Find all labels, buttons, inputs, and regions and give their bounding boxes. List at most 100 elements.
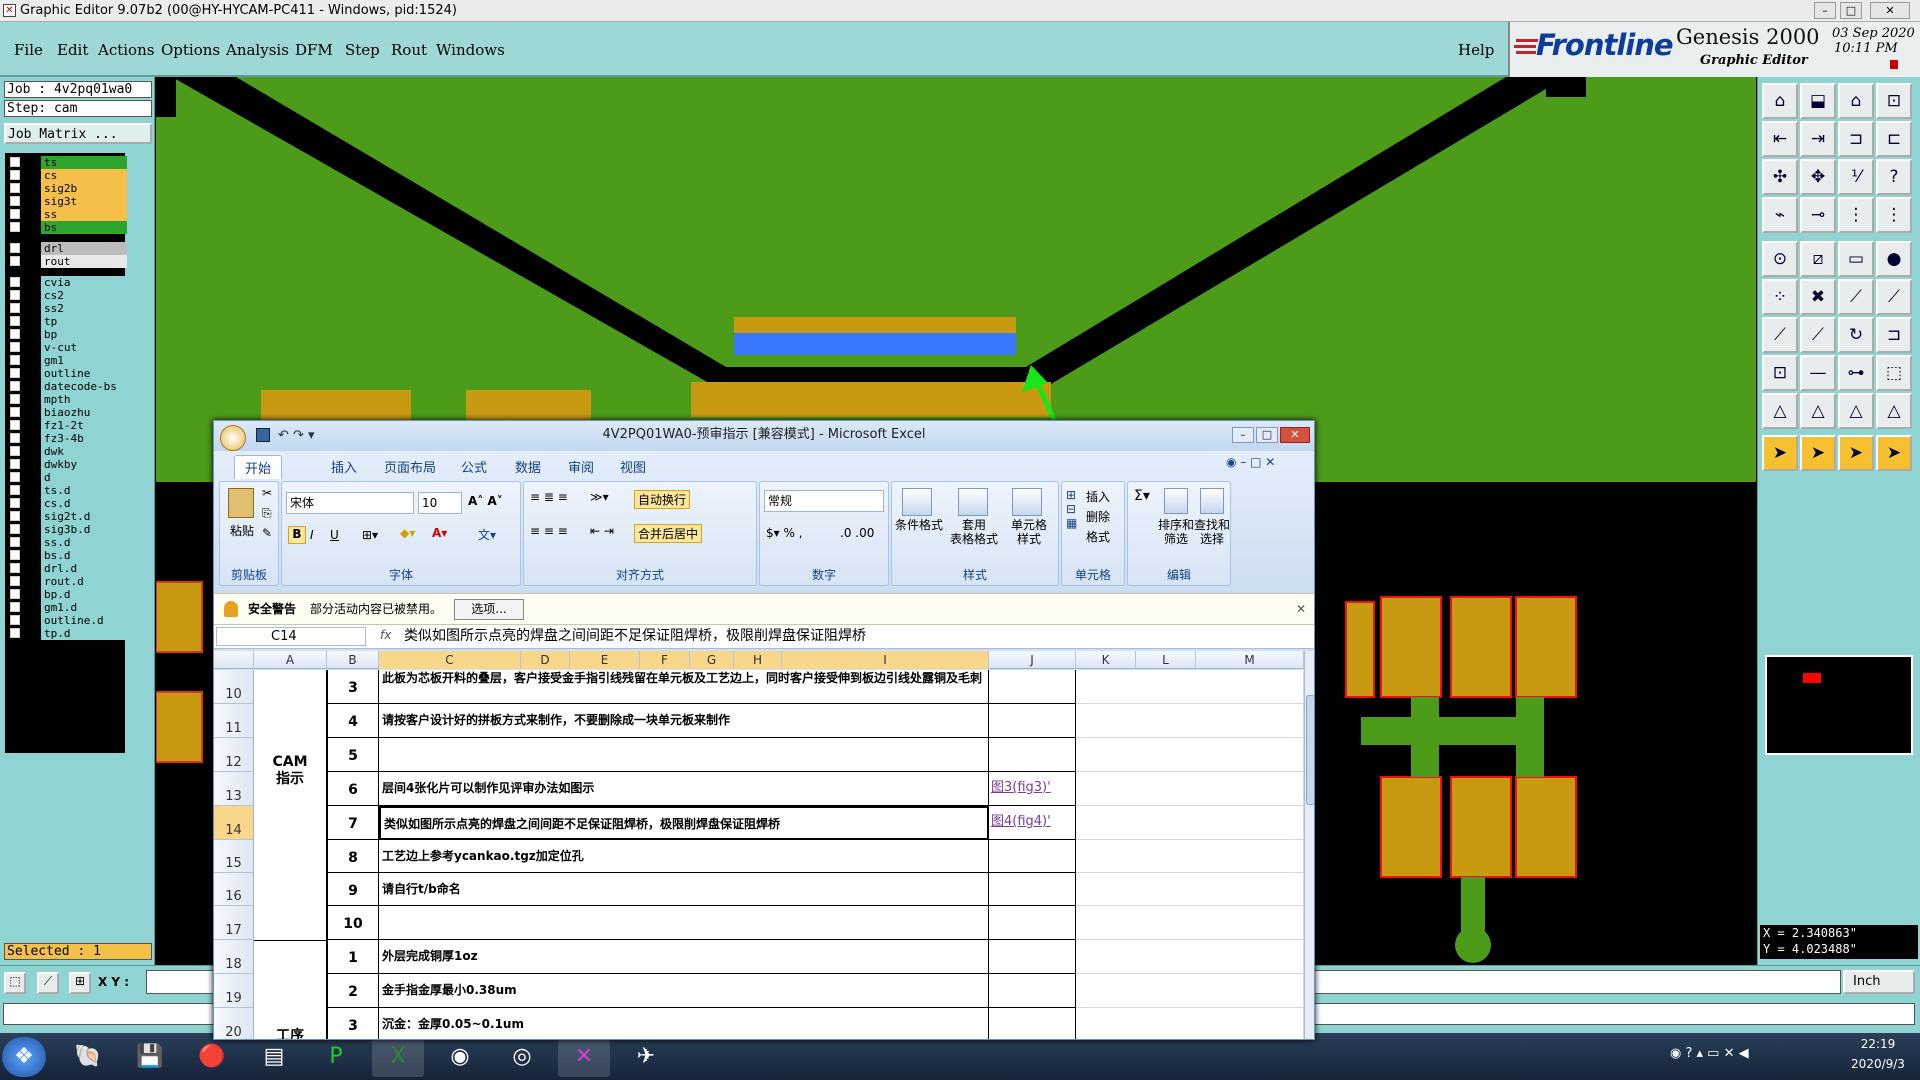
row-header-13[interactable]: 13 [214,772,254,806]
tool-button-2-icon[interactable]: ⬓ [1800,83,1836,119]
column-header-J[interactable]: J [989,651,1076,669]
find-select-icon[interactable] [1200,488,1224,514]
excel-window[interactable]: ↶ ↷ ▾ 4V2PQ01WA0-预审指示 [兼容模式] - Microsoft… [213,420,1315,1040]
tool-button-40-icon[interactable]: ➤ [1876,435,1912,471]
cell-c-10[interactable]: 此板为芯板开料的叠层，客户接受金手指引线残留在单元板及工艺边上，同时客户接受伸到… [379,670,989,704]
paste-icon[interactable] [228,488,254,518]
tool-button-12-icon[interactable]: ? [1876,159,1912,195]
layer-name[interactable]: tp.d [41,627,127,640]
cell-a-cam-merged[interactable]: CAM 指示 [254,670,327,941]
tool-button-16-icon[interactable]: ⋮ [1876,197,1912,233]
layer-checkbox[interactable] [10,472,20,482]
tray-icons[interactable]: ◉ ? ▴ ▭ ✕ ◀ [1670,1046,1749,1061]
cell-c-17[interactable] [379,906,989,940]
layer-checkbox[interactable] [10,615,20,625]
empty-cells-row-10[interactable] [1076,670,1304,704]
cell-b-15[interactable]: 8 [327,840,379,873]
bold-button[interactable]: B [288,526,306,544]
empty-cells-row-12[interactable] [1076,738,1304,772]
empty-cells-row-19[interactable] [1076,974,1304,1008]
cell-j-11[interactable] [989,704,1076,738]
cell-style-button[interactable]: 单元格 样式 [1004,518,1054,546]
layer-checkbox[interactable] [10,446,20,456]
tab-home[interactable]: 开始 [234,455,283,479]
cell-c-19[interactable]: 金手指金厚最小0.38um [379,974,989,1008]
layer-checkbox[interactable] [10,243,20,253]
layer-checkbox[interactable] [10,222,20,232]
office-button[interactable] [220,425,246,451]
taskbar-excel-icon[interactable]: X [372,1037,424,1077]
table-format-icon[interactable] [958,488,988,516]
tool-button-32-icon[interactable]: ⬚ [1876,355,1912,391]
layer-name[interactable]: rout [41,255,127,268]
layer-checkbox[interactable] [10,157,20,167]
cell-b-11[interactable]: 4 [327,704,379,738]
tool-button-3-icon[interactable]: ⌂ [1838,83,1874,119]
tool-button-25-icon[interactable]: ⟋ [1762,317,1798,353]
zoom-tool-icon[interactable]: ⬚ [4,972,26,994]
layer-checkbox[interactable] [10,355,20,365]
font-size-select[interactable]: 10 [418,492,462,514]
menu-file[interactable]: File [14,41,43,59]
delete-cells-button[interactable]: 删除 [1086,508,1110,525]
tool-button-4-icon[interactable]: ⊡ [1876,83,1912,119]
cell-b-17[interactable]: 10 [327,906,379,940]
cell-j-20[interactable] [989,1008,1076,1039]
quick-save-icon[interactable] [256,428,270,442]
tool-button-19-icon[interactable]: ▭ [1838,241,1874,277]
column-header-M[interactable]: M [1196,651,1304,669]
cell-j-13[interactable]: 图3(fig3)' [989,772,1076,806]
tool-button-1-icon[interactable]: ⌂ [1762,83,1798,119]
grow-font-icon[interactable]: A˄ A˅ [468,494,503,508]
taskbar-app-eye-icon[interactable]: ◉ [434,1037,486,1077]
column-header-A[interactable]: A [254,651,327,669]
align-left-icon[interactable]: ≡ ≡ ≡ [530,524,568,538]
tool-button-33-icon[interactable]: △ [1762,393,1798,429]
tool-button-38-icon[interactable]: ➤ [1800,435,1836,471]
column-header-B[interactable]: B [327,651,379,669]
cell-j-17[interactable] [989,906,1076,940]
tool-button-15-icon[interactable]: ⋮ [1838,197,1874,233]
cell-b-20[interactable]: 3 [327,1008,379,1039]
layer-checkbox[interactable] [10,628,20,638]
conditional-format-button[interactable]: 条件格式 [894,518,944,532]
underline-button[interactable]: U [330,528,339,542]
menu-dfm[interactable]: DFM [295,41,333,59]
copy-icon[interactable]: ⎘ [262,506,272,521]
tool-button-11-icon[interactable]: ⅟ [1838,159,1874,195]
cell-j-10[interactable] [989,670,1076,704]
select-all-corner[interactable] [214,651,254,669]
currency-icon[interactable]: $▾ % , [766,526,803,540]
conditional-format-icon[interactable] [902,488,932,516]
tool-button-8-icon[interactable]: ⊏ [1876,121,1912,157]
tool-button-23-icon[interactable]: ⟋ [1838,279,1874,315]
measure-tool-icon[interactable]: ⟋ [37,972,59,994]
layer-checkbox[interactable] [10,209,20,219]
cell-c-11[interactable]: 请按客户设计好的拼板方式来制作，不要删除成一块单元板来制作 [379,704,989,738]
cell-j-15[interactable] [989,840,1076,873]
ribbon-help-icon[interactable]: ◉ – □ ✕ [1226,455,1275,469]
column-header-C[interactable]: C [379,651,521,669]
layer-checkbox[interactable] [10,563,20,573]
start-button[interactable]: ❖ [2,1037,46,1077]
row-header-15[interactable]: 15 [214,840,254,873]
layer-checkbox[interactable] [10,170,20,180]
layer-checkbox[interactable] [10,537,20,547]
menu-rout[interactable]: Rout [391,41,427,59]
cell-j-16[interactable] [989,873,1076,906]
cell-b-12[interactable]: 5 [327,738,379,772]
layer-checkbox[interactable] [10,498,20,508]
unit-selector[interactable]: Inch [1843,970,1915,994]
excel-maximize-button[interactable]: □ [1256,427,1278,443]
row-header-12[interactable]: 12 [214,738,254,772]
menu-analysis[interactable]: Analysis [226,41,289,59]
paste-button[interactable]: 粘贴 [230,522,254,539]
tool-button-36-icon[interactable]: △ [1876,393,1912,429]
cell-j-19[interactable] [989,974,1076,1008]
tab-insert[interactable]: 插入 [331,457,357,476]
row-header-10[interactable]: 10 [214,670,254,704]
tool-button-26-icon[interactable]: ⟋ [1800,317,1836,353]
layer-checkbox[interactable] [10,407,20,417]
column-header-L[interactable]: L [1136,651,1196,669]
name-box[interactable]: C14 [216,627,366,646]
